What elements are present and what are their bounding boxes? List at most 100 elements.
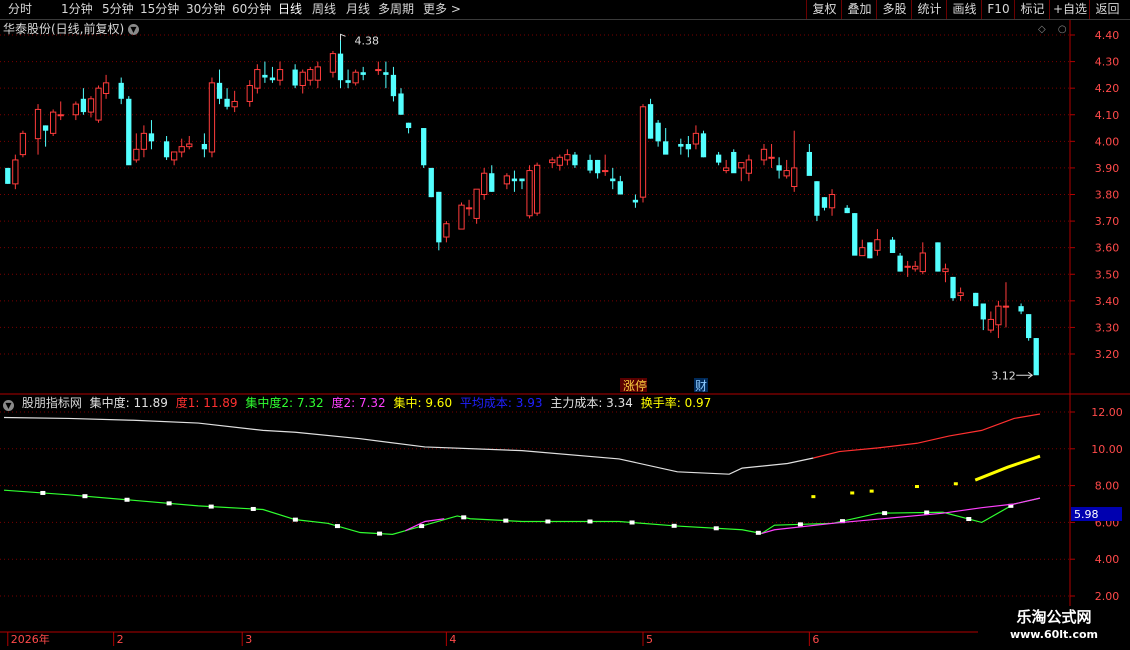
candle-body-up: [140, 132, 148, 150]
cost-marker: [82, 494, 88, 499]
indicator-tick-label: 10.00: [1091, 443, 1123, 456]
candle-body-up: [549, 159, 556, 164]
du1-line: [813, 413, 1041, 459]
candle-body-up: [828, 194, 836, 209]
cost-marker: [671, 523, 677, 528]
cost-marker: [419, 524, 425, 529]
candle-body-up: [50, 111, 57, 134]
candle-body-up: [19, 132, 27, 156]
candle-body-up: [738, 162, 745, 169]
candle-body-up: [503, 175, 511, 185]
indicator-lines: [3, 413, 1041, 536]
candle-body-up: [602, 170, 609, 173]
candle-body-up: [352, 71, 359, 84]
cost-marker: [208, 504, 214, 509]
candle-body-down: [632, 199, 639, 203]
candle-body-down: [594, 159, 601, 174]
jizhong-dot: [850, 491, 855, 495]
indicator-name[interactable]: 股朋指标网: [22, 396, 82, 410]
candle-body-up: [170, 151, 178, 161]
price-tick-label: 3.40: [1095, 295, 1120, 308]
candle-body-down: [163, 141, 170, 158]
candle-body-up: [760, 148, 768, 161]
price-tick-label: 4.20: [1095, 82, 1120, 95]
candle-body-down: [700, 133, 707, 158]
candle-body-up: [919, 252, 926, 273]
legend-avg-cost: 平均成本: 3.93: [459, 396, 543, 410]
jizhong-dot: [953, 482, 958, 486]
candle-body-up: [57, 114, 64, 117]
candle-body-up: [473, 188, 480, 219]
candle-body-up: [791, 167, 798, 188]
price-tick-label: 4.40: [1095, 29, 1120, 42]
candle-body-up: [34, 108, 42, 140]
cost-marker: [124, 497, 130, 502]
legend-du1: 度1: 11.89: [175, 396, 238, 410]
candle-body-up: [186, 143, 193, 148]
candle-body-up: [912, 265, 919, 270]
jizhong-dot: [914, 485, 919, 489]
candle-body-down: [126, 98, 132, 166]
price-tick-label: 4.00: [1095, 135, 1120, 148]
cost-marker: [377, 531, 383, 536]
candle-body-down: [262, 74, 268, 78]
candle-body-up: [314, 66, 321, 81]
x-tick-label: 2: [117, 633, 124, 646]
candle-body-up: [987, 318, 994, 331]
x-tick-label: 3: [245, 633, 252, 646]
candle-body-up: [465, 207, 473, 210]
watermark-url: www.60lt.com: [1009, 628, 1099, 641]
candle-body-down: [1026, 314, 1032, 339]
candle-body-down: [118, 82, 124, 99]
cost-marker: [713, 526, 719, 531]
x-tick-label: 6: [812, 633, 819, 646]
candle-body-up: [299, 71, 306, 87]
watermark-title: 乐淘公式网: [1016, 608, 1092, 626]
cost-marker: [882, 511, 888, 516]
price-tick-label: 3.70: [1095, 215, 1120, 228]
du2-line: [761, 497, 1041, 535]
candle-body-up: [87, 98, 95, 113]
cost-marker: [755, 530, 761, 535]
candle-body-up: [859, 247, 866, 257]
candle-body-up: [12, 159, 19, 185]
candle-body-up: [783, 170, 790, 177]
legend-jizhong: 集中: 9.60: [393, 396, 453, 410]
legend-jizhongdu2: 集中度2: 7.32: [245, 396, 324, 410]
candle-body-down: [42, 125, 49, 131]
candle-body-down: [610, 178, 616, 182]
candle-body-up: [254, 69, 261, 89]
candle-body-down: [5, 167, 11, 184]
watermark: 乐淘公式网 www.60lt.com: [978, 606, 1130, 650]
cost-marker: [587, 519, 593, 524]
candle-body-down: [292, 69, 298, 86]
candle-body-up: [72, 103, 79, 116]
indicator-tick-label: 2.00: [1095, 590, 1120, 603]
candle-body-down: [383, 72, 389, 75]
candle-body-down: [436, 191, 442, 243]
candle-body-down: [428, 167, 434, 198]
candle-body-down: [731, 151, 737, 174]
cost-marker: [545, 519, 551, 524]
cost-marker: [503, 518, 509, 523]
candle-body-down: [844, 207, 850, 214]
price-tick-label: 3.50: [1095, 268, 1120, 281]
candle-body-up: [208, 82, 216, 153]
candle-body-up: [276, 69, 284, 81]
candle-body-up: [904, 265, 911, 268]
candle-body-down: [821, 197, 828, 208]
candle-body-up: [723, 167, 730, 172]
candle-body-up: [178, 146, 185, 153]
price-tick-label: 3.60: [1095, 242, 1120, 255]
indicator-chevron-icon[interactable]: ▼: [3, 400, 14, 411]
candle-body-up: [526, 170, 533, 217]
high-price-label: 4.38: [355, 34, 380, 47]
limit-up-text: 涨停: [623, 378, 647, 393]
jizhong-line: [974, 454, 1041, 482]
candle-body-up: [307, 69, 314, 81]
candle-body-down: [216, 82, 223, 99]
price-tick-label: 3.80: [1095, 189, 1120, 202]
candlestick-series: [5, 40, 1039, 376]
candle-body-up: [564, 154, 571, 161]
indicator-tick-label: 4.00: [1095, 553, 1120, 566]
